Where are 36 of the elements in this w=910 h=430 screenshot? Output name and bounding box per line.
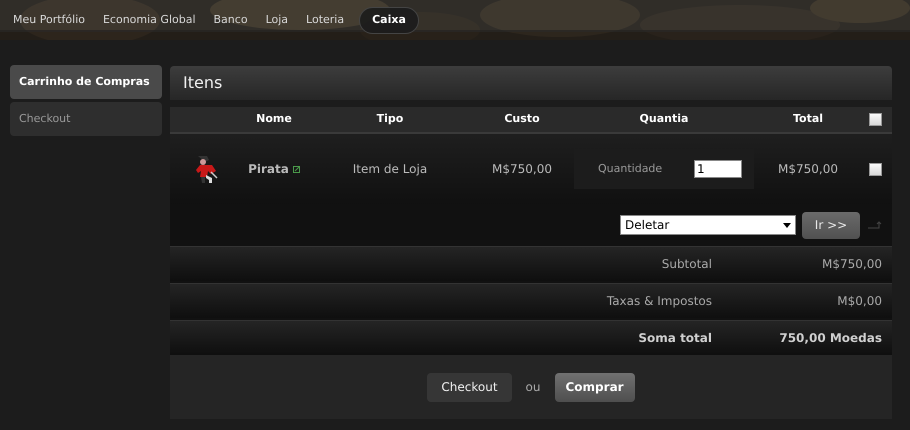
nav-tab[interactable]: Economia Global xyxy=(96,6,203,34)
action-dropdown[interactable]: Deletar xyxy=(620,215,796,235)
return-arrow-icon xyxy=(868,221,882,229)
summary-label: Soma total xyxy=(638,330,712,347)
quantity-label: Quantidade xyxy=(598,160,662,177)
table-cell-text: Item de Loja xyxy=(352,161,428,178)
checkout-button[interactable]: Checkout xyxy=(427,372,512,402)
nav-tab[interactable]: Meu Portfólio xyxy=(6,6,92,34)
summary-value: M$0,00 xyxy=(836,293,883,310)
separator-text: ou xyxy=(524,379,542,396)
nav-tab[interactable]: Loteria xyxy=(299,6,352,34)
column-header: Total xyxy=(792,111,824,128)
quantity-field[interactable]: 1 xyxy=(694,160,742,178)
column-header: Nome xyxy=(255,111,293,128)
sidebar-item[interactable]: Checkout xyxy=(10,102,162,136)
go-button[interactable]: Ir >> xyxy=(802,212,860,238)
checkbox[interactable] xyxy=(868,162,882,176)
dropdown-value: Deletar xyxy=(625,217,670,234)
caret-icon xyxy=(783,222,791,228)
summary-value: 750,00 Moedas xyxy=(778,330,883,347)
buy-button[interactable]: Comprar xyxy=(554,372,635,402)
sidebar-item[interactable]: Carrinho de Compras xyxy=(10,65,162,99)
nav-tab[interactable]: Banco xyxy=(206,6,255,34)
external-link-icon xyxy=(292,166,300,172)
summary-label: Subtotal xyxy=(662,256,712,273)
table-cell-text: M$750,00 xyxy=(777,161,839,178)
column-header: Custo xyxy=(503,111,541,128)
column-header: Quantia xyxy=(638,111,690,128)
table-cell-text: M$750,00 xyxy=(491,161,553,178)
checkbox[interactable] xyxy=(868,113,882,126)
item-name-link[interactable]: Pirata xyxy=(248,160,289,178)
summary-value: M$750,00 xyxy=(821,256,883,273)
panel-title: Itens xyxy=(170,66,892,100)
summary-label: Taxas & Impostos xyxy=(606,293,712,310)
nav-tab[interactable]: Loja xyxy=(258,6,296,34)
column-header: Tipo xyxy=(376,111,404,128)
